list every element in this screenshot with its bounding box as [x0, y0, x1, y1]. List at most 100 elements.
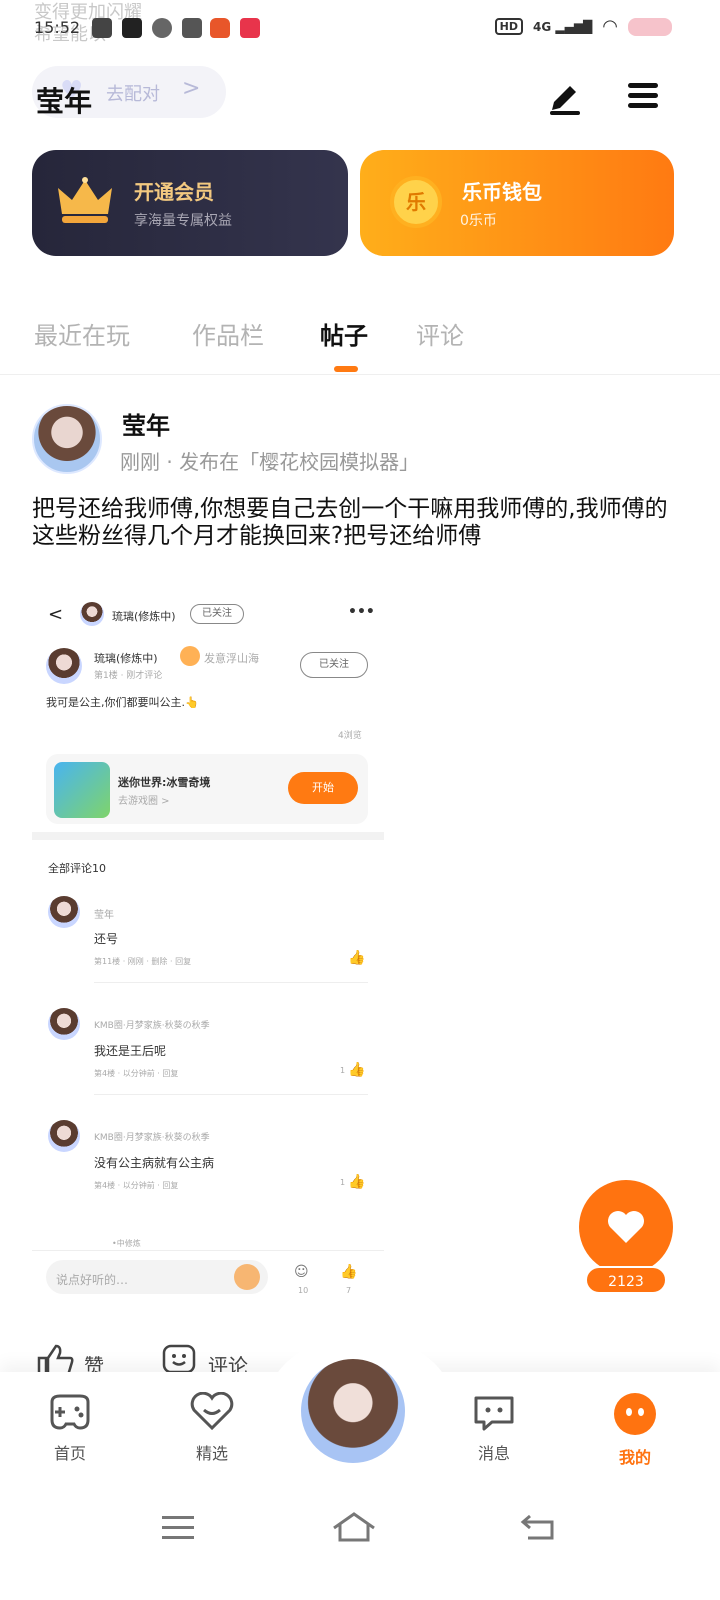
comment-meta: 第4楼 · 以分钟前 · 回复 [94, 1181, 179, 1190]
comment-text: 没有公主病就有公主病 [94, 1156, 215, 1170]
comment-icon[interactable] [162, 1344, 196, 1374]
pair-label: 去配对 [106, 84, 160, 105]
heart-icon [190, 1391, 234, 1431]
comment-text: 我还是王后呢 [94, 1044, 167, 1058]
heart-icon [608, 1211, 644, 1243]
badge-icon [180, 646, 200, 666]
comment-icon: ☺ [294, 1264, 309, 1280]
like-button[interactable] [579, 1180, 673, 1274]
embedded-separator [32, 832, 384, 840]
embedded-comment-count: 10 [298, 1286, 309, 1295]
home-icon[interactable] [330, 1510, 378, 1544]
chevron-right-icon: > [182, 76, 201, 101]
thumbs-up-icon: 👍 [348, 950, 366, 966]
nav-messages[interactable]: 消息 [454, 1392, 534, 1464]
nav-center-avatar[interactable] [298, 1356, 408, 1466]
tab-indicator [334, 366, 358, 372]
input-divider [32, 1250, 384, 1251]
app-notification-icon [92, 18, 112, 38]
status-time: 15:52 [34, 18, 81, 37]
system-nav-bar [0, 1482, 720, 1600]
embedded-follow-pill: 已关注 [190, 604, 244, 624]
comment-name: KMB圈·月梦家族·秋葵の秋季 [94, 1133, 210, 1143]
post-author-avatar[interactable] [32, 404, 102, 474]
embedded-views: 4浏览 [338, 731, 362, 741]
comment-like-count: 1 [340, 1066, 346, 1075]
comment-name: 莹年 [94, 910, 114, 921]
embedded-user-tag: 发意浮山海 [204, 652, 259, 665]
embedded-comments-header: 全部评论10 [48, 862, 106, 875]
vip-title: 开通会员 [134, 180, 214, 204]
comment-divider [94, 982, 368, 983]
thumbs-up-icon: 👍 [348, 1174, 366, 1190]
wallet-subtitle: 0乐币 [460, 213, 497, 229]
tab-works[interactable]: 作品栏 [192, 316, 264, 351]
nav-featured[interactable]: 精选 [172, 1391, 252, 1464]
signal-icon: 4G ▂▄▆█ [532, 19, 593, 34]
hd-icon: HD [494, 18, 523, 35]
coin-icon: 乐 [390, 176, 442, 228]
comment-text: 还号 [94, 932, 119, 946]
like-count: 2123 [585, 1266, 667, 1294]
embedded-avatar [80, 602, 104, 626]
tab-recent[interactable]: 最近在玩 [34, 316, 130, 351]
comment-meta: 第4楼 · 以分钟前 · 回复 [94, 1069, 179, 1078]
embedded-user-meta: 第1楼 · 刚才评论 [94, 671, 163, 681]
comment-name: KMB圈·月梦家族·秋葵の秋季 [94, 1021, 210, 1031]
game-icon [54, 762, 110, 818]
comment-divider [94, 1094, 368, 1095]
embedded-game-sub: 去游戏圈 > [118, 796, 170, 807]
comment-like-count: 1 [340, 1178, 346, 1187]
thumbs-up-icon[interactable] [36, 1344, 74, 1374]
comment-meta: 第11楼 · 刚刚 · 删除 · 回复 [94, 957, 192, 966]
embedded-top-name: 琉璃(修炼中) [112, 610, 176, 623]
profile-icon [614, 1393, 656, 1435]
truncated-name: •中修炼 [112, 1239, 141, 1248]
embedded-start-button: 开始 [288, 772, 358, 804]
nav-home[interactable]: 首页 [30, 1392, 110, 1464]
embedded-game-title: 迷你世界:冰雪奇境 [118, 776, 211, 789]
comment-avatar [48, 1120, 80, 1152]
thumbs-up-icon: 👍 [348, 1062, 366, 1078]
back-icon: < [48, 604, 64, 625]
menu-icon[interactable] [626, 80, 660, 112]
battery-icon [628, 17, 672, 36]
embedded-user-avatar [46, 648, 82, 684]
edit-icon[interactable] [546, 80, 584, 116]
video-notification-icon [122, 18, 142, 38]
post-image[interactable]: < 琉璃(修炼中) 已关注 ••• 琉璃(修炼中) 发意浮山海 第1楼 · 刚才… [32, 596, 384, 1306]
nav-profile-label: 我的 [618, 1448, 651, 1467]
back-icon[interactable] [520, 1512, 556, 1542]
wallet-title: 乐币钱包 [462, 180, 542, 204]
vip-subtitle: 享海量专属权益 [134, 213, 232, 229]
recents-icon[interactable] [160, 1512, 196, 1542]
embedded-user-follow: 已关注 [300, 652, 368, 678]
post-meta: 刚刚 · 发布在「樱花校园模拟器」 [120, 450, 420, 474]
embedded-user-name: 琉璃(修炼中) [94, 652, 158, 665]
comment-avatar [48, 896, 80, 928]
more-icon: ••• [348, 604, 375, 620]
shop-notification-icon [240, 18, 260, 38]
message-icon [474, 1396, 514, 1431]
post-author[interactable]: 莹年 [122, 406, 170, 441]
tab-posts[interactable]: 帖子 [320, 316, 368, 351]
game-notification-icon [210, 18, 230, 38]
nav-profile[interactable]: 我的 [595, 1392, 675, 1468]
username: 莹年 [36, 85, 93, 118]
gamepad-icon [50, 1394, 90, 1430]
status-right: HD 4G ▂▄▆█ ◠ [494, 16, 672, 37]
audio-notification-icon [152, 18, 172, 38]
embedded-input-placeholder: 说点好听的… [56, 1273, 129, 1287]
crown-icon [58, 177, 112, 223]
nav-featured-label: 精选 [195, 1444, 228, 1463]
search-notification-icon [182, 18, 202, 38]
divider [0, 374, 720, 375]
thumbs-up-icon: 👍 [340, 1264, 358, 1280]
comment-avatar [48, 1008, 80, 1040]
status-bar: 变得更加闪耀 希望能以 15:52 HD 4G ▂▄▆█ ◠ [0, 0, 720, 58]
tab-comments[interactable]: 评论 [416, 316, 464, 351]
nav-home-label: 首页 [53, 1444, 86, 1463]
nav-messages-label: 消息 [477, 1444, 510, 1463]
wifi-icon: ◠ [602, 16, 618, 37]
post-text: 把号还给我师傅,你想要自己去创一个干嘛用我师傅的,我师傅的这些粉丝得几个月才能换… [32, 496, 668, 549]
